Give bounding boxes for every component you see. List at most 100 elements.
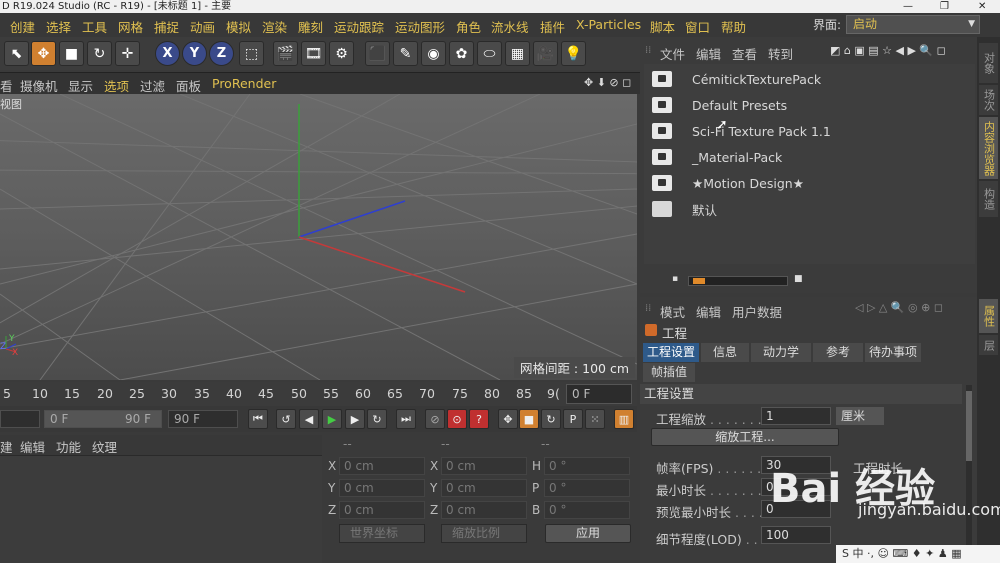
subdivision-icon[interactable]: ◉: [421, 41, 446, 66]
menu-render[interactable]: 渲染: [262, 17, 287, 36]
cb-toolbar-icons[interactable]: ◩ ⌂ ▣ ▤ ☆ ◀ ▶ 🔍 ◻: [830, 44, 946, 57]
scale-project-button[interactable]: 缩放工程...: [651, 428, 839, 446]
material-manager-area[interactable]: [0, 455, 322, 563]
current-frame-field[interactable]: 0 F: [566, 384, 632, 404]
thumbnail-size-slider[interactable]: [688, 276, 788, 286]
end-frame-field[interactable]: 90 F: [168, 410, 238, 428]
scrollbar-thumb[interactable]: [966, 391, 972, 461]
tab-takes[interactable]: 场次: [979, 85, 998, 115]
x-axis-lock-button[interactable]: X: [155, 41, 180, 66]
previous-key-icon[interactable]: ↺: [276, 409, 296, 429]
tab-references[interactable]: 参考: [813, 343, 863, 362]
menu-mograph[interactable]: 运动图形: [395, 17, 445, 36]
deformer-icon[interactable]: ⬭: [477, 41, 502, 66]
viewport-nav-icons[interactable]: ✥ ⬇ ⊘ ◻: [584, 76, 631, 89]
attr-menu-userdata[interactable]: 用户数据: [732, 302, 782, 321]
position-y-field[interactable]: 0 cm: [339, 479, 425, 497]
position-z-field[interactable]: 0 cm: [339, 501, 425, 519]
z-axis-lock-button[interactable]: Z: [209, 41, 234, 66]
cb-menu-file[interactable]: 文件: [660, 44, 685, 63]
viewport-menu-view[interactable]: 看: [0, 76, 13, 95]
rotation-h-field[interactable]: 0 °: [544, 457, 630, 475]
coordinate-system-icon[interactable]: ⬚: [239, 41, 264, 66]
attr-nav-icons[interactable]: ◁ ▷ △ 🔍 ◎ ⊕ ◻: [855, 301, 943, 314]
key-pla-icon[interactable]: ⁙: [585, 409, 605, 429]
menu-character[interactable]: 角色: [456, 17, 481, 36]
render-settings-icon[interactable]: ⚙: [329, 41, 354, 66]
scale-tool-icon[interactable]: ■: [59, 41, 84, 66]
next-key-icon[interactable]: ↻: [367, 409, 387, 429]
rotation-p-field[interactable]: 0 °: [544, 479, 630, 497]
attr-scrollbar[interactable]: [966, 385, 972, 555]
viewport-menu-options[interactable]: 选项: [104, 76, 129, 95]
menu-help[interactable]: 帮助: [721, 17, 746, 36]
grip-icon[interactable]: ⁞⁞: [645, 303, 651, 314]
transform-tool-icon[interactable]: ✛: [115, 41, 140, 66]
size-y-field[interactable]: 0 cm: [441, 479, 527, 497]
attr-menu-mode[interactable]: 模式: [660, 302, 685, 321]
material-menu-texture[interactable]: 纹理: [92, 437, 117, 456]
maximize-button[interactable]: ❐: [940, 0, 949, 13]
menu-x-particles[interactable]: X-Particles: [576, 17, 641, 32]
size-x-field[interactable]: 0 cm: [441, 457, 527, 475]
key-rotation-icon[interactable]: ↻: [541, 409, 561, 429]
menu-sculpt[interactable]: 雕刻: [298, 17, 323, 36]
previous-frame-icon[interactable]: ◀: [299, 409, 319, 429]
y-axis-lock-button[interactable]: Y: [182, 41, 207, 66]
render-picture-viewer-icon[interactable]: 🎞: [301, 41, 326, 66]
record-active-icon[interactable]: ⊙: [447, 409, 467, 429]
key-param-icon[interactable]: P: [563, 409, 583, 429]
list-item[interactable]: ★Motion Design★: [652, 172, 804, 194]
floor-icon[interactable]: ▦: [505, 41, 530, 66]
start-frame-field[interactable]: [0, 410, 40, 428]
list-item[interactable]: Default Presets: [652, 94, 787, 116]
key-position-icon[interactable]: ✥: [498, 409, 518, 429]
material-menu-create[interactable]: 建: [0, 437, 13, 456]
menu-tools[interactable]: 工具: [82, 17, 107, 36]
position-x-field[interactable]: 0 cm: [339, 457, 425, 475]
menu-script[interactable]: 脚本: [650, 17, 675, 36]
viewport-menu-panel[interactable]: 面板: [176, 76, 201, 95]
menu-create[interactable]: 创建: [10, 17, 35, 36]
minimize-button[interactable]: —: [903, 0, 913, 13]
lod-field[interactable]: 100: [761, 526, 831, 544]
tab-project-settings[interactable]: 工程设置: [643, 343, 699, 362]
rotate-tool-icon[interactable]: ↻: [87, 41, 112, 66]
cloner-icon[interactable]: ✿: [449, 41, 474, 66]
apply-button[interactable]: 应用: [545, 524, 631, 543]
menu-plugins[interactable]: 插件: [540, 17, 565, 36]
tab-content-browser[interactable]: 内容浏览器: [979, 117, 998, 179]
tab-todo[interactable]: 待办事项: [865, 343, 921, 362]
cb-menu-edit[interactable]: 编辑: [696, 44, 721, 63]
move-tool-icon[interactable]: ✥: [31, 41, 56, 66]
auto-keying-icon[interactable]: ?: [469, 409, 489, 429]
menu-simulate[interactable]: 模拟: [226, 17, 251, 36]
record-keys-disabled-icon[interactable]: ⊘: [425, 409, 445, 429]
menu-animate[interactable]: 动画: [190, 17, 215, 36]
material-menu-function[interactable]: 功能: [56, 437, 81, 456]
rotation-b-field[interactable]: 0 °: [544, 501, 630, 519]
material-menu-edit[interactable]: 编辑: [20, 437, 45, 456]
menu-mesh[interactable]: 网格: [118, 17, 143, 36]
list-item[interactable]: _Material-Pack: [652, 146, 782, 168]
play-icon[interactable]: ▶: [322, 409, 342, 429]
list-item[interactable]: CémitickTexturePack: [652, 68, 821, 90]
scale-mode-select[interactable]: 缩放比例: [441, 524, 527, 543]
live-selection-icon[interactable]: ⬉: [4, 41, 29, 66]
key-scale-icon[interactable]: ■: [519, 409, 539, 429]
menu-motion-tracking[interactable]: 运动跟踪: [334, 17, 384, 36]
tab-dynamics[interactable]: 动力学: [751, 343, 811, 362]
cb-menu-goto[interactable]: 转到: [768, 44, 793, 63]
tab-info[interactable]: 信息: [701, 343, 749, 362]
next-frame-icon[interactable]: ▶: [345, 409, 365, 429]
timeline-window-icon[interactable]: ▥: [614, 409, 634, 429]
3d-viewport[interactable]: 视图 Y X Z 网格间距 : 100 cm: [0, 94, 637, 380]
menu-pipeline[interactable]: 流水线: [491, 17, 529, 36]
tab-attributes[interactable]: 属性: [979, 299, 998, 333]
close-button[interactable]: ✕: [978, 0, 986, 13]
project-scale-unit-select[interactable]: 厘米: [836, 407, 884, 425]
attr-menu-edit[interactable]: 编辑: [696, 302, 721, 321]
pen-spline-icon[interactable]: ✎: [393, 41, 418, 66]
viewport-menu-display[interactable]: 显示: [68, 76, 93, 95]
world-coordinates-select[interactable]: 世界坐标: [339, 524, 425, 543]
